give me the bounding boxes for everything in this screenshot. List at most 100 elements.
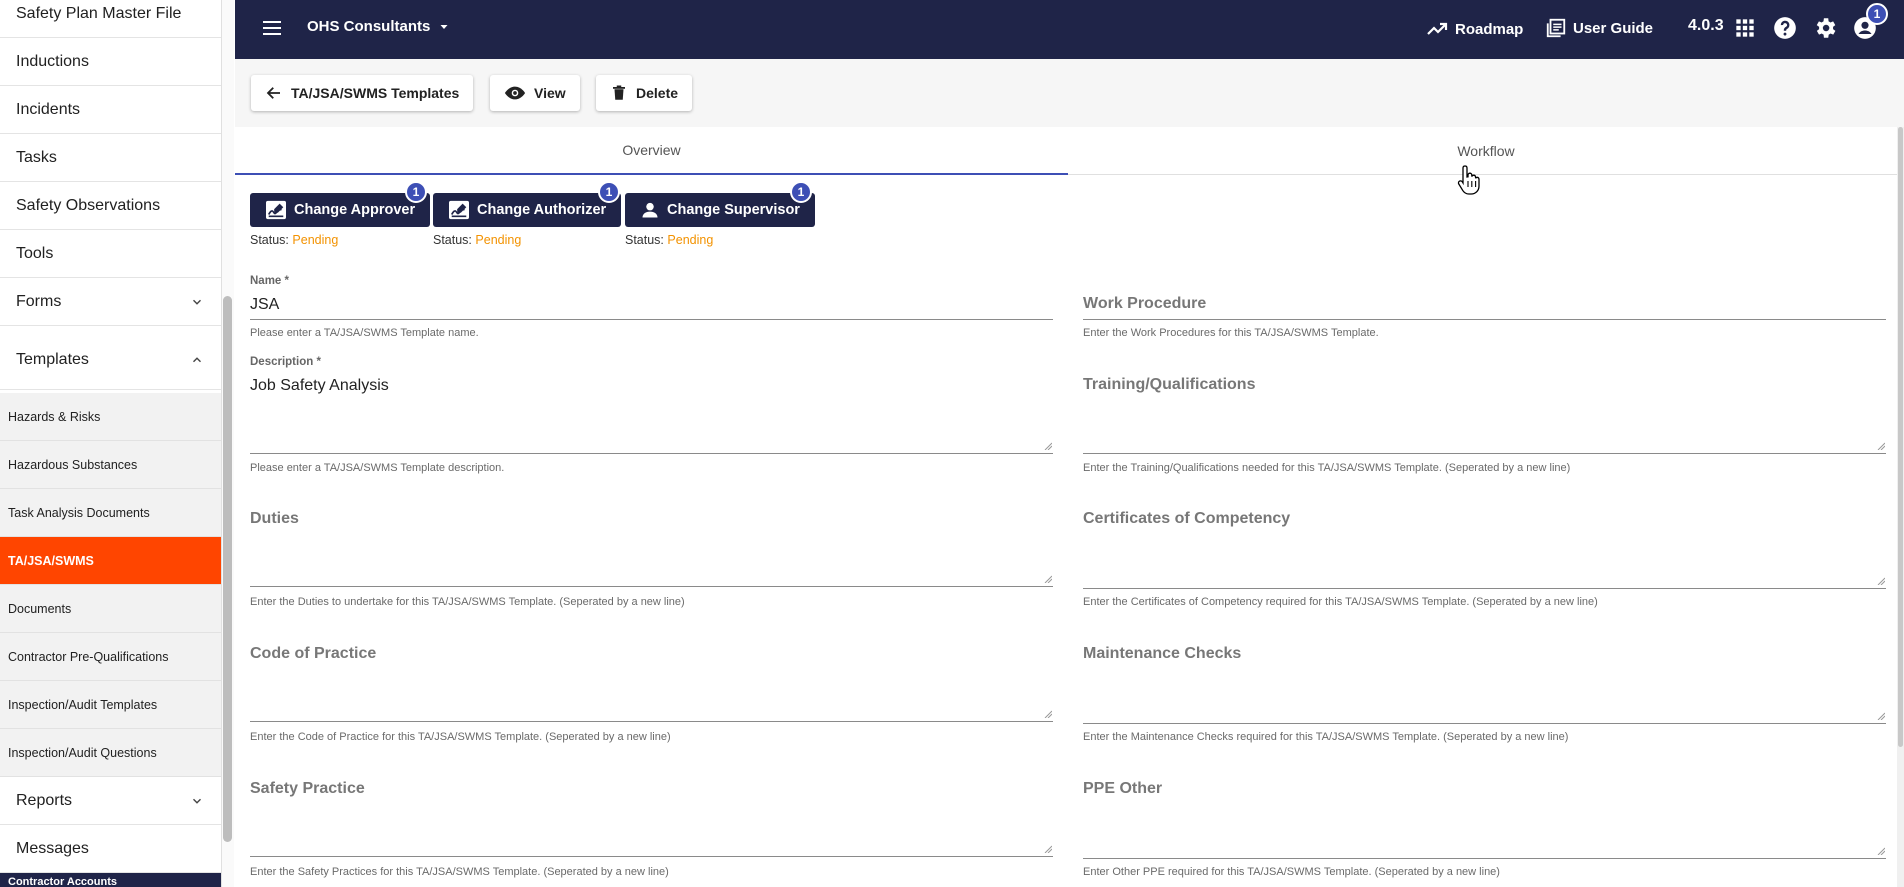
description-textarea[interactable]: Job Safety Analysis bbox=[250, 377, 389, 395]
sidebar-subitem-documents[interactable]: Documents bbox=[0, 585, 221, 633]
chevron-up-icon bbox=[193, 356, 201, 362]
top-app-bar: OHS Consultants Roadmap User Guide 4.0.3… bbox=[235, 0, 1904, 59]
sidebar-item-contractor-accounts[interactable]: Contractor Accounts bbox=[0, 873, 221, 887]
sidebar-subitem-contractor-pre-qualifications[interactable]: Contractor Pre-Qualifications bbox=[0, 633, 221, 681]
delete-button[interactable]: Delete bbox=[596, 75, 693, 111]
duties-underline bbox=[250, 586, 1053, 587]
resize-handle-icon[interactable] bbox=[1044, 710, 1052, 718]
tab-workflow[interactable]: Workflow bbox=[1068, 127, 1904, 175]
change-authorizer-button[interactable]: Change Authorizer bbox=[433, 193, 622, 227]
sidebar-item-templates[interactable]: Templates bbox=[0, 330, 221, 390]
certificates-of-competency-field[interactable]: Certificates of Competency Enter the Cer… bbox=[1083, 510, 1886, 615]
sidebar-subitem-hazards-risks[interactable]: Hazards & Risks bbox=[0, 393, 221, 441]
sidebar-item-forms[interactable]: Forms bbox=[0, 278, 221, 326]
certificates-help-text: Enter the Certificates of Competency req… bbox=[1083, 596, 1598, 608]
maintenance-checks-field[interactable]: Maintenance Checks Enter the Maintenance… bbox=[1083, 645, 1886, 750]
gear-icon[interactable] bbox=[1812, 15, 1838, 41]
company-name: OHS Consultants bbox=[307, 18, 431, 35]
sidebar-item-incidents[interactable]: Incidents bbox=[0, 86, 221, 134]
ppe-other-field[interactable]: PPE Other Enter Other PPE required for t… bbox=[1083, 780, 1886, 885]
sidebar-subitem-inspection-audit-questions[interactable]: Inspection/Audit Questions bbox=[0, 729, 221, 777]
sidebar-item-safety-plan-master-file[interactable]: Safety Plan Master File bbox=[0, 0, 221, 38]
work-procedure-label: Work Procedure bbox=[1083, 295, 1207, 312]
view-button[interactable]: View bbox=[490, 75, 580, 111]
chevron-down-icon bbox=[193, 798, 201, 804]
resize-handle-icon[interactable] bbox=[1044, 575, 1052, 583]
sidebar-item-label: Forms bbox=[16, 292, 62, 310]
version-label: 4.0.3 bbox=[1688, 17, 1724, 35]
name-underline bbox=[250, 319, 1053, 320]
name-field[interactable]: Name * JSA Please enter a TA/JSA/SWMS Te… bbox=[250, 275, 1053, 345]
sidebar-item-label: Tasks bbox=[16, 148, 57, 166]
eye-icon bbox=[504, 86, 526, 100]
name-help-text: Please enter a TA/JSA/SWMS Template name… bbox=[250, 327, 479, 339]
sidebar-subitem-hazardous-substances[interactable]: Hazardous Substances bbox=[0, 441, 221, 489]
duties-field[interactable]: Duties Enter the Duties to undertake for… bbox=[250, 510, 1053, 615]
sidebar-item-label: Templates bbox=[16, 350, 89, 368]
work-procedure-help-text: Enter the Work Procedures for this TA/JS… bbox=[1083, 327, 1379, 339]
chevron-down-icon bbox=[193, 299, 201, 305]
sidebar-scrollbar-thumb[interactable] bbox=[223, 296, 232, 842]
resize-handle-icon[interactable] bbox=[1877, 712, 1885, 720]
safety-practice-underline bbox=[250, 856, 1053, 857]
back-to-templates-button[interactable]: TA/JSA/SWMS Templates bbox=[251, 75, 474, 111]
company-selector[interactable]: OHS Consultants bbox=[307, 18, 450, 35]
sidebar-item-tasks[interactable]: Tasks bbox=[0, 134, 221, 182]
resize-handle-icon[interactable] bbox=[1877, 577, 1885, 585]
resize-handle-icon[interactable] bbox=[1044, 442, 1052, 450]
resize-handle-icon[interactable] bbox=[1044, 845, 1052, 853]
code-of-practice-field[interactable]: Code of Practice Enter the Code of Pract… bbox=[250, 645, 1053, 750]
roadmap-link[interactable]: Roadmap bbox=[1425, 17, 1523, 41]
book-icon bbox=[1546, 18, 1566, 38]
training-qualifications-field[interactable]: Training/Qualifications Enter the Traini… bbox=[1083, 376, 1886, 476]
back-button-label: TA/JSA/SWMS Templates bbox=[291, 85, 460, 101]
training-qualifications-underline bbox=[1083, 453, 1886, 454]
user-guide-label: User Guide bbox=[1573, 19, 1654, 37]
sidebar-subitem-label: Contractor Pre-Qualifications bbox=[8, 649, 169, 664]
sidebar-item-label: Safety Observations bbox=[16, 196, 161, 214]
work-procedure-field[interactable]: Work Procedure Enter the Work Procedures… bbox=[1083, 295, 1886, 345]
safety-practice-label: Safety Practice bbox=[250, 780, 365, 797]
action-toolbar: TA/JSA/SWMS Templates View Delete bbox=[235, 59, 1904, 127]
change-supervisor-button[interactable]: Change Supervisor bbox=[625, 193, 815, 227]
change-approver-label: Change Approver bbox=[294, 202, 416, 218]
status-label: Status: bbox=[250, 233, 289, 247]
change-approver-button[interactable]: Change Approver bbox=[250, 193, 431, 227]
sidebar-item-messages[interactable]: Messages bbox=[0, 825, 221, 873]
description-field[interactable]: Description * Job Safety Analysis Please… bbox=[250, 356, 1053, 476]
sidebar-subitem-label: Task Analysis Documents bbox=[8, 505, 150, 520]
certificates-of-competency-label: Certificates of Competency bbox=[1083, 510, 1291, 527]
sidebar-subitem-inspection-audit-templates[interactable]: Inspection/Audit Templates bbox=[0, 681, 221, 729]
resize-handle-icon[interactable] bbox=[1877, 442, 1885, 450]
sidebar-item-inductions[interactable]: Inductions bbox=[0, 38, 221, 86]
help-icon[interactable] bbox=[1772, 15, 1798, 41]
tab-overview[interactable]: Overview bbox=[235, 127, 1068, 175]
sidebar-item-label: Safety Plan Master File bbox=[16, 4, 182, 22]
sidebar-item-safety-observations[interactable]: Safety Observations bbox=[0, 182, 221, 230]
user-guide-link[interactable]: User Guide bbox=[1545, 17, 1653, 39]
tab-label: Workflow bbox=[1457, 143, 1515, 159]
apps-grid-icon[interactable] bbox=[1732, 15, 1758, 41]
sidebar-item-label: Messages bbox=[16, 839, 89, 857]
trending-up-icon bbox=[1427, 22, 1448, 35]
menu-icon[interactable] bbox=[260, 16, 284, 40]
main-scrollbar-thumb[interactable] bbox=[1898, 127, 1903, 747]
description-underline bbox=[250, 453, 1053, 454]
sidebar-subitem-task-analysis-documents[interactable]: Task Analysis Documents bbox=[0, 489, 221, 537]
maintenance-checks-label: Maintenance Checks bbox=[1083, 645, 1242, 662]
certificates-underline bbox=[1083, 588, 1886, 589]
sidebar-subitem-ta-jsa-swms[interactable]: TA/JSA/SWMS bbox=[0, 537, 221, 585]
sidebar-item-tools[interactable]: Tools bbox=[0, 230, 221, 278]
sidebar-item-reports[interactable]: Reports bbox=[0, 777, 221, 825]
resize-handle-icon[interactable] bbox=[1877, 847, 1885, 855]
signature-icon bbox=[266, 200, 286, 220]
description-label: Description * bbox=[250, 356, 321, 368]
name-label: Name * bbox=[250, 275, 289, 287]
safety-practice-field[interactable]: Safety Practice Enter the Safety Practic… bbox=[250, 780, 1053, 885]
sidebar: Safety Plan Master File Inductions Incid… bbox=[0, 0, 222, 887]
status-value: Pending bbox=[475, 233, 522, 247]
name-input[interactable]: JSA bbox=[250, 296, 279, 314]
hand-pointer-icon bbox=[1457, 165, 1480, 195]
sidebar-item-label: Incidents bbox=[16, 100, 81, 118]
sidebar-item-label: Reports bbox=[16, 791, 73, 809]
